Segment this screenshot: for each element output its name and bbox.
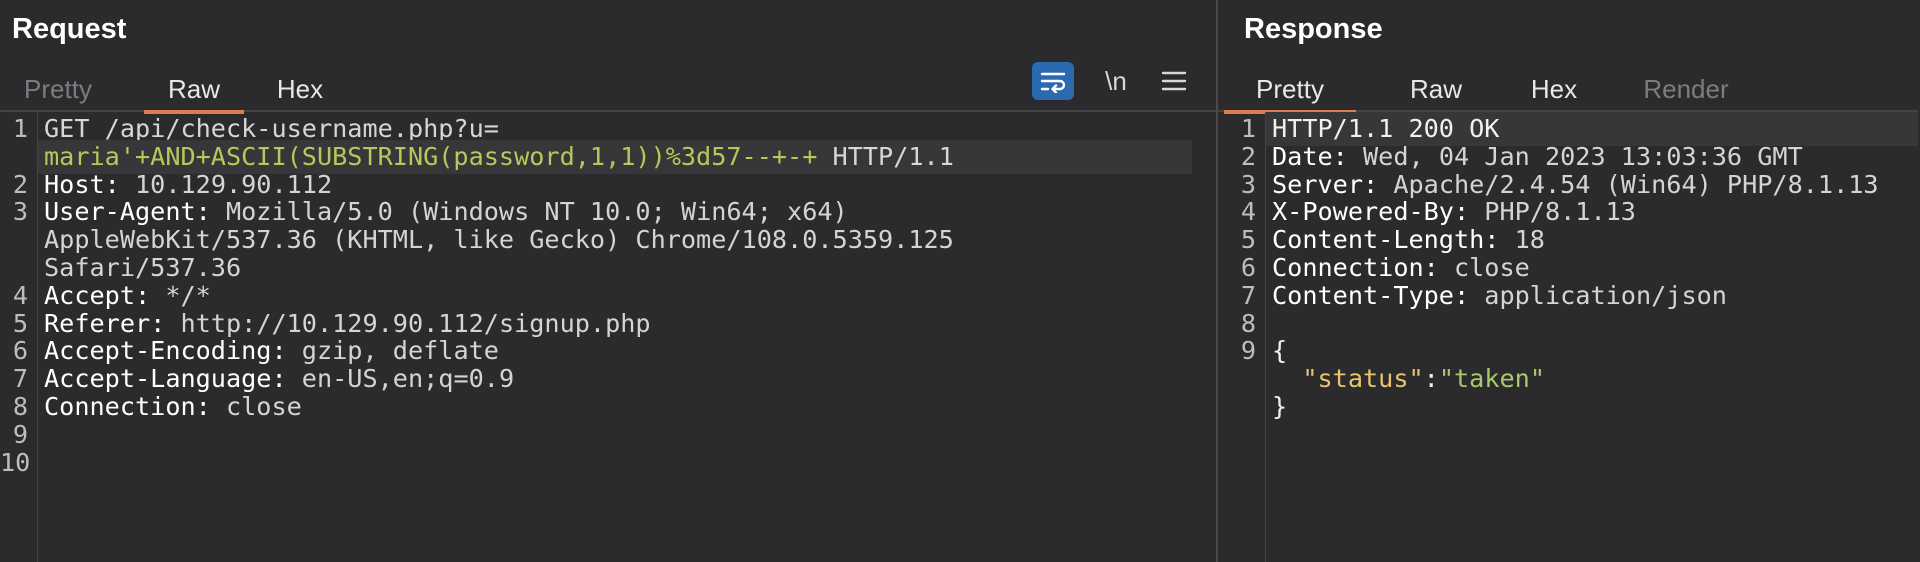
- request-token: close: [210, 392, 302, 421]
- response-token: Date:: [1272, 141, 1348, 171]
- response-token: "status": [1302, 364, 1424, 394]
- response-token: {: [1272, 336, 1288, 366]
- response-token: application/json: [1469, 280, 1727, 310]
- request-token: AppleWebKit/537.36 (KHTML, like Gecko) C…: [44, 225, 954, 255]
- request-line-number: 1: [12, 114, 28, 143]
- response-token: Wed, 04 Jan 2023 13:03:36 GMT: [1347, 141, 1803, 171]
- response-tab-raw[interactable]: Raw: [1396, 68, 1476, 110]
- response-token: Connection:: [1272, 253, 1439, 282]
- request-token: */*: [150, 280, 211, 310]
- response-pane: Response Pretty Raw Hex Render 1 HTTP/1.1…: [1218, 0, 1918, 562]
- request-menu-button[interactable]: [1156, 62, 1192, 100]
- request-token: Mozilla/5.0 (Windows NT 10.0; Win64; x64…: [210, 197, 848, 227]
- show-newlines-button[interactable]: \n: [1096, 62, 1136, 100]
- response-tab-hex[interactable]: Hex: [1514, 68, 1594, 110]
- request-token: Accept:: [44, 280, 151, 310]
- request-token: Connection:: [44, 392, 211, 421]
- request-token: HTTP/1.1: [817, 141, 954, 171]
- request-token: en-US,en;q=0.9: [286, 364, 515, 394]
- request-token: 10.129.90.112: [119, 169, 333, 199]
- response-editor[interactable]: 1 HTTP/1.1 200 OK 2 Date: Wed, 04 Jan 2023 …: [1218, 112, 1918, 562]
- request-token: Accept-Encoding:: [44, 336, 287, 366]
- wrap-lines-button[interactable]: [1032, 62, 1074, 100]
- response-token: close: [1438, 253, 1530, 282]
- response-token: X-Powered-By:: [1272, 197, 1470, 227]
- request-line-number: 10: [0, 447, 31, 477]
- response-title: Response: [1244, 13, 1383, 45]
- response-tab-render[interactable]: Render: [1632, 68, 1740, 110]
- request-pane: Request Pretty Raw Hex \n 1 GET /api/che…: [0, 0, 1218, 562]
- response-token: Server:: [1272, 169, 1379, 199]
- request-token: http://10.129.90.112/signup.php: [165, 308, 651, 338]
- response-token: HTTP/1.1 200 OK: [1272, 114, 1500, 143]
- request-token: Host:: [44, 169, 120, 199]
- response-token: [1272, 364, 1302, 393]
- request-token: Safari/537.36: [44, 253, 242, 282]
- response-token: 18: [1499, 225, 1545, 255]
- request-tab-raw[interactable]: Raw: [144, 68, 244, 114]
- wrap-lines-icon: [1040, 72, 1066, 93]
- request-token: Referer:: [44, 308, 166, 338]
- response-tabs: Pretty Raw Hex Render: [1218, 62, 1918, 114]
- request-editor[interactable]: 1 GET /api/check-username.php?u= maria'+AN…: [0, 112, 1216, 562]
- request-token: User-Agent:: [44, 197, 211, 227]
- request-token: gzip, deflate: [286, 336, 499, 366]
- response-tab-pretty[interactable]: Pretty: [1224, 68, 1356, 114]
- request-token: GET /api/check-username.php?u=: [44, 114, 499, 143]
- response-token: Content-Length:: [1272, 225, 1500, 255]
- response-token: PHP/8.1.13: [1469, 197, 1636, 227]
- request-token: maria'+AND+ASCII(SUBSTRING(password,1,1)…: [44, 141, 818, 171]
- response-token: "taken": [1438, 364, 1545, 394]
- request-tab-hex[interactable]: Hex: [260, 68, 340, 110]
- request-tab-pretty[interactable]: Pretty: [10, 68, 106, 110]
- hamburger-menu-icon: [1161, 71, 1187, 91]
- response-code-line: }: [1218, 390, 1918, 424]
- request-title: Request: [12, 13, 127, 45]
- request-code-line: 10: [0, 446, 1192, 480]
- request-token: Accept-Language:: [44, 364, 287, 394]
- response-token: Apache/2.4.54 (Win64) PHP/8.1.13: [1378, 169, 1879, 199]
- response-token: :: [1423, 364, 1439, 394]
- response-line-text: }: [1272, 390, 1287, 424]
- response-token: Content-Type:: [1272, 280, 1470, 310]
- response-token: }: [1272, 392, 1288, 421]
- http-message-viewer: Request Pretty Raw Hex \n 1 GET /api/che…: [0, 0, 1920, 562]
